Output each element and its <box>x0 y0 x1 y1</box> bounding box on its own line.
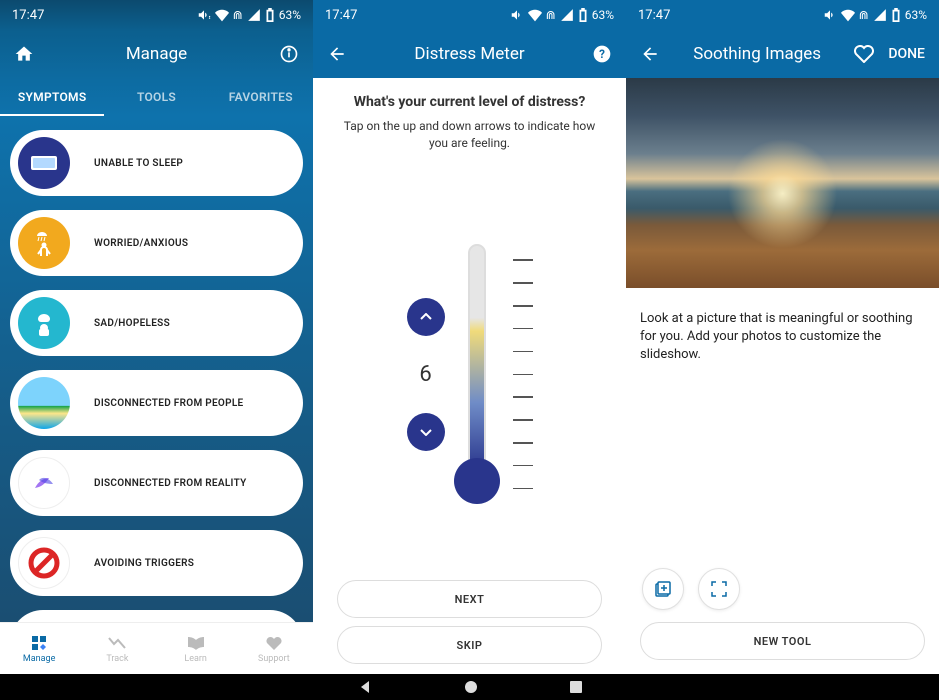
skip-button[interactable]: SKIP <box>337 626 602 664</box>
distress-question: What's your current level of distress? <box>354 94 586 110</box>
done-button[interactable]: DONE <box>888 46 925 62</box>
symptom-item[interactable]: AVOIDING TRIGGERS <box>10 530 303 596</box>
symptom-label: WORRIED/ANXIOUS <box>94 238 188 249</box>
symptom-label: UNABLE TO SLEEP <box>94 158 183 169</box>
info-icon[interactable] <box>279 44 299 64</box>
bottom-nav-manage[interactable]: Manage <box>0 623 78 674</box>
distress-subtitle: Tap on the up and down arrows to indicat… <box>337 118 602 153</box>
status-time: 17:47 <box>12 8 44 23</box>
symptom-label: DISCONNECTED FROM REALITY <box>94 478 247 489</box>
symptom-item[interactable]: UNABLE TO SLEEP <box>10 130 303 196</box>
status-time: 17:47 <box>325 8 357 23</box>
status-bar: 17:47 ⋒ 63% <box>626 0 939 30</box>
home-icon[interactable] <box>14 44 34 64</box>
status-battery: 63% <box>279 8 301 22</box>
soothing-description: Look at a picture that is meaningful or … <box>626 288 939 387</box>
tab-tools[interactable]: TOOLS <box>104 78 208 116</box>
pillow-icon <box>18 137 70 189</box>
no-sign-icon <box>18 537 70 589</box>
status-battery: 63% <box>905 8 927 22</box>
status-bar: 17:47 ⋒ 63% <box>0 0 313 30</box>
bottom-nav-label: Manage <box>23 654 55 664</box>
bottom-nav-learn[interactable]: Learn <box>157 623 235 674</box>
symptom-label: SAD/HOPELESS <box>94 318 170 329</box>
soothing-body: Look at a picture that is meaningful or … <box>626 78 939 674</box>
fullscreen-button[interactable] <box>698 568 740 610</box>
heart-icon[interactable] <box>854 45 874 63</box>
symptom-list: UNABLE TO SLEEP WORRIED/ANXIOUS SAD/HOPE… <box>0 116 313 622</box>
symptom-item[interactable]: DISCONNECTED FROM PEOPLE <box>10 370 303 436</box>
help-icon[interactable]: ? <box>592 44 612 64</box>
rain-person-icon <box>18 217 70 269</box>
distress-body: What's your current level of distress? T… <box>313 78 626 674</box>
app-bar: Soothing Images DONE <box>626 30 939 78</box>
symptom-item[interactable]: DISCONNECTED FROM REALITY <box>10 450 303 516</box>
android-nav-bar <box>0 674 939 700</box>
status-icons: ⋒ 63% <box>510 8 614 22</box>
back-icon[interactable] <box>640 44 660 64</box>
meter-value: 6 <box>419 362 431 387</box>
bottom-nav-label: Track <box>106 654 128 664</box>
bottom-nav-label: Learn <box>184 654 207 664</box>
symptom-label: DISCONNECTED FROM PEOPLE <box>94 398 244 409</box>
grid-icon <box>31 634 47 652</box>
android-home-icon[interactable] <box>463 679 479 695</box>
meter-area: 6 <box>337 177 602 572</box>
tab-symptoms[interactable]: SYMPTOMS <box>0 78 104 116</box>
symptom-item[interactable]: SAD/HOPELESS <box>10 290 303 356</box>
sad-cloud-icon <box>18 297 70 349</box>
status-bar: 17:47 ⋒ 63% <box>313 0 626 30</box>
next-button[interactable]: NEXT <box>337 580 602 618</box>
svg-text:?: ? <box>599 47 605 61</box>
thermometer <box>465 244 493 504</box>
abstract-icon <box>18 457 70 509</box>
page-title: Soothing Images <box>693 44 821 64</box>
down-button[interactable] <box>407 413 445 451</box>
symptom-item-partial[interactable] <box>10 610 303 622</box>
status-battery: 63% <box>592 8 614 22</box>
book-icon <box>187 634 205 652</box>
bottom-nav-label: Support <box>258 654 290 664</box>
tab-favorites[interactable]: FAVORITES <box>209 78 313 116</box>
symptom-item[interactable]: WORRIED/ANXIOUS <box>10 210 303 276</box>
app-bar: Distress Meter ? <box>313 30 626 78</box>
trend-icon <box>108 634 126 652</box>
page-title: Distress Meter <box>414 44 524 64</box>
symptom-label: AVOIDING TRIGGERS <box>94 558 194 569</box>
add-photo-button[interactable] <box>642 568 684 610</box>
up-button[interactable] <box>407 298 445 336</box>
status-time: 17:47 <box>638 8 670 23</box>
thermometer-ticks <box>513 259 533 489</box>
tabs-row: SYMPTOMS TOOLS FAVORITES <box>0 78 313 116</box>
bottom-nav-track[interactable]: Track <box>78 623 156 674</box>
status-icons: ⋒ 63% <box>197 8 301 22</box>
soothing-image[interactable] <box>626 78 939 288</box>
page-title: Manage <box>126 44 187 64</box>
android-back-icon[interactable] <box>357 679 373 695</box>
heart-icon <box>266 634 282 652</box>
new-tool-button[interactable]: NEW TOOL <box>640 622 925 660</box>
beach-icon <box>18 377 70 429</box>
status-icons: ⋒ 63% <box>823 8 927 22</box>
app-bar: Manage <box>0 30 313 78</box>
bottom-nav: Manage Track Learn Support <box>0 622 313 674</box>
bottom-nav-support[interactable]: Support <box>235 623 313 674</box>
back-icon[interactable] <box>327 44 347 64</box>
android-recent-icon[interactable] <box>569 680 583 694</box>
